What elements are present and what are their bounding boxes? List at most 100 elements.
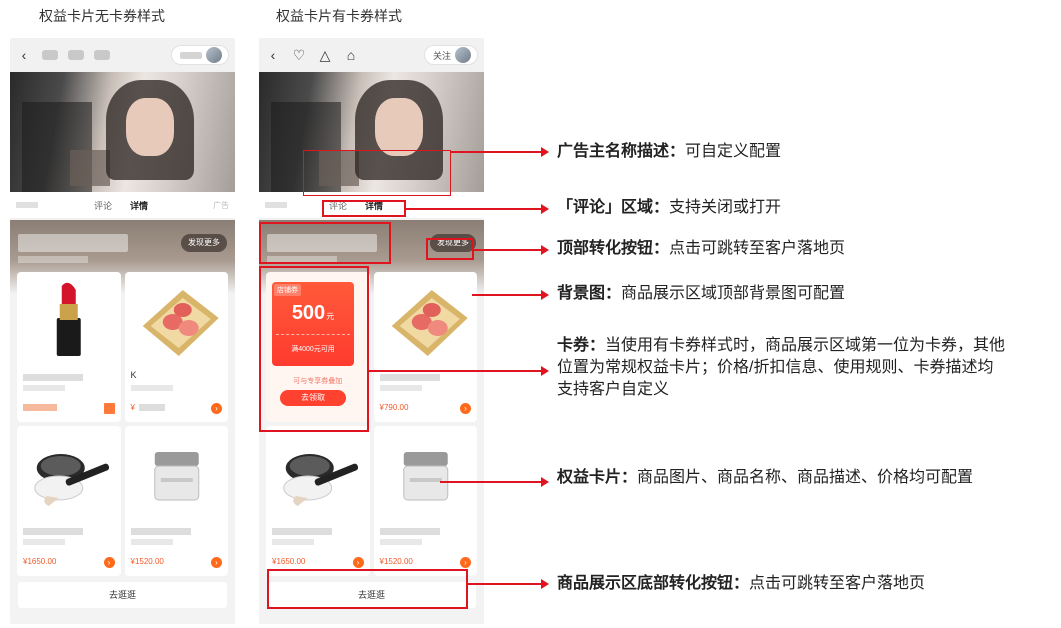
cream-image xyxy=(402,452,448,501)
cart-icon[interactable]: › xyxy=(460,403,471,414)
connector-line xyxy=(369,370,543,372)
annotation-key: 「评论」区域： xyxy=(557,199,670,216)
share-icon[interactable]: △ xyxy=(317,47,333,63)
product-grid: K ¥ › ¥1650.00 › ¥1520.00 › xyxy=(17,272,228,576)
highlight-brand-area xyxy=(259,222,391,264)
annotation-text: 支持关闭或打开 xyxy=(669,199,782,216)
top-bar: ‹ ♡ △ ⌂ 关注 xyxy=(259,38,484,72)
product-card-cream[interactable]: ¥1520.00 › xyxy=(373,426,477,576)
play-count-mask xyxy=(265,202,287,208)
annotation-key: 背景图： xyxy=(557,285,622,302)
lipstick-image xyxy=(56,282,81,356)
avatar xyxy=(206,47,222,63)
cart-icon[interactable] xyxy=(103,403,115,414)
product-card-palette[interactable]: ¥790.00 › xyxy=(373,272,477,422)
cushion-image xyxy=(283,454,359,506)
comment-icon[interactable] xyxy=(68,50,84,60)
annotation-text: 商品图片、商品名称、商品描述、价格均可配置 xyxy=(637,469,974,486)
annotation-text: 当使用有卡券样式时，商品展示区域第一位为卡券，其他位置为常规权益卡片；价格/折扣… xyxy=(557,337,1006,398)
ad-label: 广告 xyxy=(213,200,229,210)
palette-image xyxy=(391,290,468,356)
product-desc-mask xyxy=(130,385,173,391)
annotation-comment-area: 「评论」区域：支持关闭或打开 xyxy=(557,197,781,219)
product-desc-mask xyxy=(130,539,173,545)
product-desc-mask xyxy=(379,539,422,545)
product-name-mask xyxy=(130,528,191,535)
annotation-key: 权益卡片： xyxy=(557,469,638,486)
brand-desc-mask xyxy=(18,256,88,263)
share-icon[interactable] xyxy=(94,50,110,60)
product-price: ¥1650.00 xyxy=(272,557,306,566)
go-shopping-button[interactable]: 去逛逛 xyxy=(18,582,227,608)
connector-line xyxy=(440,481,543,483)
video-blur-block xyxy=(375,98,423,156)
left-column-title: 权益卡片无卡券样式 xyxy=(39,8,165,24)
product-card-cushion[interactable]: ¥1650.00 › xyxy=(266,426,370,576)
product-desc-mask xyxy=(23,385,65,391)
annotation-benefit-card: 权益卡片：商品图片、商品名称、商品描述、价格均可配置 xyxy=(557,467,1047,489)
discover-more-button[interactable]: 发现更多 xyxy=(181,234,227,252)
cart-icon[interactable]: › xyxy=(460,557,471,568)
annotation-text: 点击可跳转至客户落地页 xyxy=(749,575,926,592)
arrow-head xyxy=(541,366,549,376)
cart-icon[interactable]: › xyxy=(103,557,115,568)
video-blur-block xyxy=(70,150,110,186)
product-card-cushion[interactable]: ¥1650.00 › xyxy=(17,426,121,576)
follow-label: 关注 xyxy=(432,50,451,61)
video-blur-block xyxy=(126,98,174,156)
product-price: ¥1650.00 xyxy=(23,557,57,566)
advertiser-name-mask xyxy=(180,51,202,59)
cart-icon[interactable]: › xyxy=(211,557,222,568)
price-mask xyxy=(138,404,165,411)
avatar xyxy=(455,47,471,63)
cart-icon[interactable]: › xyxy=(352,557,364,568)
arrow-head xyxy=(541,147,549,157)
product-card-cream[interactable]: ¥1520.00 › xyxy=(124,426,228,576)
annotation-text: 商品展示区域顶部背景图可配置 xyxy=(621,285,846,302)
product-name-initial: K xyxy=(130,370,137,380)
connector-line xyxy=(474,249,543,251)
tab-details[interactable]: 详情 xyxy=(130,199,148,212)
tab-comments[interactable]: 评论 xyxy=(94,199,112,212)
cream-image xyxy=(153,452,199,501)
connector-line xyxy=(406,208,543,210)
arrow-head xyxy=(541,245,549,255)
back-icon[interactable]: ‹ xyxy=(265,47,281,63)
annotation-advertiser-name: 广告主名称描述：可自定义配置 xyxy=(557,141,781,163)
product-name-mask xyxy=(379,528,440,535)
highlight-coupon xyxy=(259,266,369,432)
price-mask xyxy=(23,404,57,411)
like-icon[interactable] xyxy=(42,50,58,60)
advertiser-follow[interactable] xyxy=(171,45,229,65)
top-bar: ‹ xyxy=(10,38,235,72)
connector-line xyxy=(472,294,543,296)
product-desc-mask xyxy=(23,539,65,545)
back-icon[interactable]: ‹ xyxy=(16,47,32,63)
video-area[interactable] xyxy=(10,72,235,192)
product-price: ¥790.00 xyxy=(379,403,409,412)
annotation-text: 可自定义配置 xyxy=(685,143,782,160)
product-card-lipstick[interactable] xyxy=(17,272,121,422)
product-name-mask xyxy=(272,528,332,535)
connector-line xyxy=(468,583,543,585)
annotation-key: 商品展示区底部转化按钮： xyxy=(557,575,750,592)
goods-area: 发现更多 K ¥ › ¥1650.00 › ¥1520.00 › 去逛逛 xyxy=(10,220,235,624)
annotation-bottom-button: 商品展示区底部转化按钮：点击可跳转至客户落地页 xyxy=(557,573,925,595)
home-icon[interactable]: ⌂ xyxy=(343,47,359,63)
advertiser-follow[interactable]: 关注 xyxy=(423,45,478,65)
brand-name-mask xyxy=(18,234,128,252)
product-name-mask xyxy=(23,374,83,381)
palette-image xyxy=(142,290,219,356)
annotation-key: 广告主名称描述： xyxy=(557,143,686,160)
right-column-title: 权益卡片有卡券样式 xyxy=(276,8,402,24)
product-price: ¥ xyxy=(130,403,135,412)
play-count-mask xyxy=(16,202,38,208)
highlight-discover-button xyxy=(426,238,474,260)
annotation-key: 卡券： xyxy=(557,337,606,354)
product-card-palette[interactable]: K ¥ › xyxy=(124,272,228,422)
cushion-image xyxy=(34,454,110,506)
heart-icon[interactable]: ♡ xyxy=(291,47,307,63)
product-desc-mask xyxy=(272,539,314,545)
cart-icon[interactable]: › xyxy=(211,403,222,414)
product-price: ¥1520.00 xyxy=(130,557,164,566)
